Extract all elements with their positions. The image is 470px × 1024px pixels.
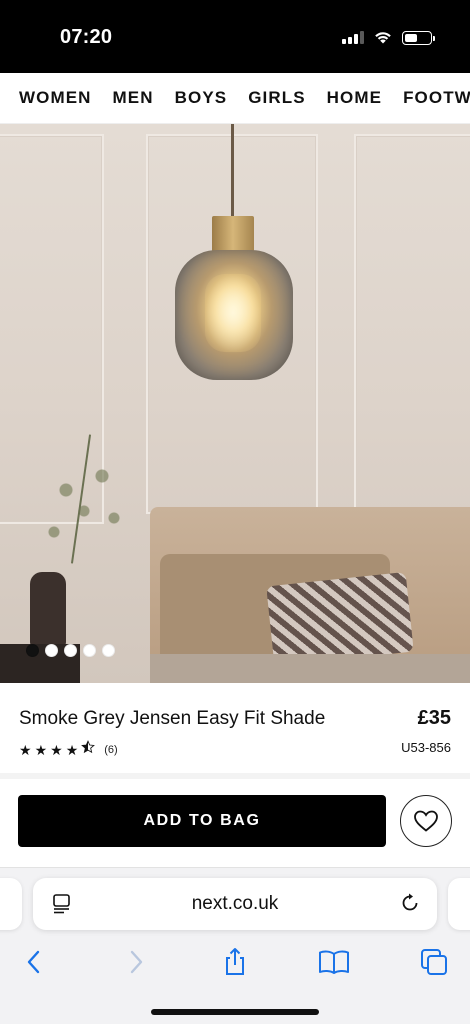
status-time: 07:20 [60, 26, 113, 48]
lamp-cap [212, 216, 254, 252]
category-nav: WOMEN MEN BOYS GIRLS HOME FOOTWEAR [0, 73, 470, 124]
half-star-icon [81, 740, 96, 759]
status-bar: 07:20 [0, 0, 470, 73]
browser-bottom-bar: next.co.uk [0, 867, 470, 1024]
carousel-dots[interactable] [26, 644, 115, 657]
bedspread [150, 654, 470, 683]
wishlist-button[interactable] [400, 795, 452, 847]
address-bar[interactable]: next.co.uk [33, 878, 437, 930]
star-icon: ★ [65, 741, 79, 758]
tabs-icon [421, 949, 447, 975]
product-price: £35 [417, 707, 451, 729]
category-girls[interactable]: GIRLS [248, 88, 305, 108]
category-boys[interactable]: BOYS [175, 88, 228, 108]
forward-button[interactable] [120, 946, 152, 978]
category-footwear[interactable]: FOOTWEAR [403, 88, 470, 108]
rating-count: (6) [104, 743, 118, 756]
category-women[interactable]: WOMEN [19, 88, 92, 108]
product-info: Smoke Grey Jensen Easy Fit Shade £35 ★ ★… [0, 683, 470, 773]
add-to-bag-button[interactable]: ADD TO BAG [18, 795, 386, 847]
carousel-dot[interactable] [102, 644, 115, 657]
next-tab-preview[interactable] [448, 878, 470, 930]
category-men[interactable]: MEN [113, 88, 154, 108]
patterned-cushion [266, 571, 414, 667]
carousel-dot[interactable] [83, 644, 96, 657]
signal-icon [342, 31, 364, 44]
purchase-actions: ADD TO BAG [0, 779, 470, 867]
share-button[interactable] [219, 946, 251, 978]
chevron-left-icon [27, 950, 40, 974]
carousel-dot[interactable] [26, 644, 39, 657]
chevron-right-icon [130, 950, 143, 974]
back-button[interactable] [18, 946, 50, 978]
browser-toolbar [0, 944, 470, 984]
tabs-button[interactable] [418, 946, 450, 978]
product-image[interactable] [0, 124, 470, 683]
vase [30, 572, 66, 648]
bookmarks-button[interactable] [318, 946, 350, 978]
category-home[interactable]: HOME [327, 88, 382, 108]
wall-panel [354, 134, 470, 514]
battery-icon [402, 30, 435, 45]
status-icons [342, 30, 435, 45]
reload-icon[interactable] [399, 892, 421, 914]
previous-tab-preview[interactable] [0, 878, 22, 930]
lamp-bulb-glow [205, 274, 261, 352]
url-text[interactable]: next.co.uk [33, 893, 437, 915]
plant [30, 434, 150, 574]
wifi-icon [375, 32, 391, 44]
heart-icon [414, 810, 438, 832]
share-icon [226, 948, 244, 975]
book-icon [319, 950, 349, 974]
product-title: Smoke Grey Jensen Easy Fit Shade [19, 708, 326, 729]
carousel-dot[interactable] [64, 644, 77, 657]
product-code: U53-856 [401, 740, 451, 755]
carousel-dot[interactable] [45, 644, 58, 657]
star-icon: ★ [34, 741, 48, 758]
star-icon: ★ [50, 741, 63, 758]
home-indicator[interactable] [151, 1009, 319, 1015]
product-rating[interactable]: ★ ★ ★ ★ (6) [19, 740, 118, 759]
lamp-cord [231, 124, 234, 216]
star-icon: ★ [19, 741, 32, 758]
